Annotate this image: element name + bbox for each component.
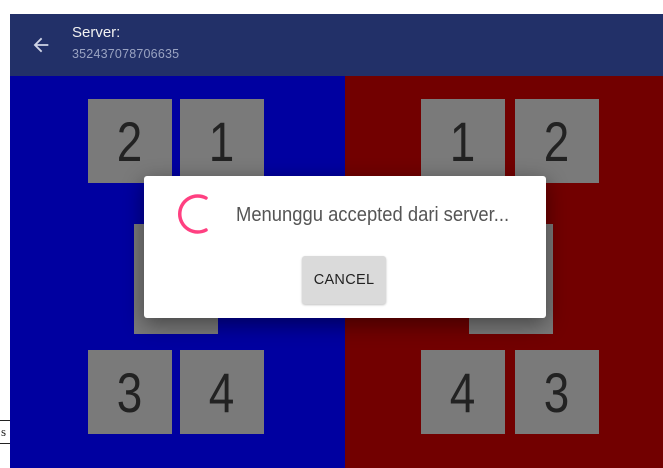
loading-spinner-icon [178, 194, 208, 234]
waiting-dialog: Menunggu accepted dari server... CANCEL [144, 176, 546, 318]
clipped-caption-text: s [1, 424, 7, 439]
dialog-message: Menunggu accepted dari server... [236, 204, 510, 226]
clipped-caption: s [0, 420, 10, 444]
cancel-button[interactable]: CANCEL [302, 256, 386, 304]
app-window: Server: 352437078706635 2 1 3 4 1 2 4 3 [10, 14, 663, 468]
